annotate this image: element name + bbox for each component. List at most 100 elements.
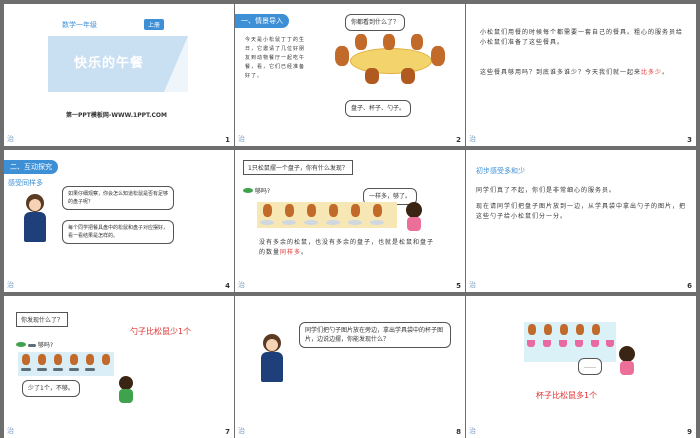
question-box: 1只松鼠摆一个盘子，你有什么发现？: [243, 160, 353, 175]
squirrel-icon: [307, 204, 316, 217]
squirrel-icon: [544, 324, 552, 335]
girl-body: [620, 361, 634, 375]
enough-label: 够吗?: [254, 188, 271, 195]
boy-body: [119, 389, 133, 403]
squirrel-icon: [70, 354, 78, 365]
slide-4[interactable]: 二、互动探究 感受同样多 如果仔细观察，你会怎么知道松鼠是否有足够的盘子呢？ 每…: [4, 150, 234, 292]
corner-mark: 治: [238, 281, 245, 289]
enough-row: 够吗?: [16, 340, 53, 349]
squirrel-icon: [373, 204, 382, 217]
cup-icon: [543, 340, 551, 347]
squirrel-icon: [335, 46, 349, 66]
question-bubble: 你都看到什么了？: [345, 14, 406, 31]
squirrel-cup-strip: [524, 322, 616, 362]
instruction-bubble: 同学们把勺子图片放在旁边，拿出学具袋中的杯子图片，边说边摆，你能发现什么？: [299, 322, 451, 348]
plate-icon: [370, 220, 384, 225]
plate-icon: [260, 220, 274, 225]
answer-text: 杯子比松鼠多1个: [536, 391, 598, 400]
squirrel-icon: [401, 68, 415, 84]
table-illustration: [335, 34, 445, 84]
teacher-body: [261, 352, 283, 382]
teacher-body: [24, 212, 46, 242]
result-bubble: 少了1个，不够。: [22, 380, 80, 397]
spoon-icon: [21, 368, 31, 371]
green-plate-icon: [16, 342, 26, 347]
grade-label: 数学一年级: [62, 21, 97, 29]
squirrel-icon: [431, 46, 445, 66]
enough-row: 够吗?: [243, 186, 270, 195]
cup-icon: [591, 340, 599, 347]
boy-illustration: [116, 376, 136, 404]
corner-mark: 治: [469, 135, 476, 143]
slide-number: 7: [225, 428, 230, 436]
slide-2[interactable]: 一、情景导入 今天是小松鼠丁丁的生日，它邀请了几位好朋友到动物餐厅一起吃午餐，看…: [235, 4, 465, 146]
spoon-icon: [27, 344, 36, 347]
slide-9[interactable]: …… 杯子比松鼠多1个 治 9: [466, 296, 696, 438]
slide-6[interactable]: 初步感受多和少 同学们真了不起，你们是非常细心的服务员。 现在请同学们把盘子图片…: [466, 150, 696, 292]
squirrel-icon: [102, 354, 110, 365]
green-plate-icon: [243, 188, 253, 193]
corner-mark: 治: [7, 427, 14, 435]
slide-8[interactable]: 同学们把勺子图片放在旁边，拿出学具袋中的杯子图片，边说边摆，你能发现什么？ 治 …: [235, 296, 465, 438]
slide-number: 6: [687, 282, 692, 290]
squirrel-icon: [329, 204, 338, 217]
teacher-illustration: [18, 194, 52, 244]
spoon-icon: [69, 368, 79, 371]
instruction-bubble: 每个同学把餐具盘中的松鼠和盘子对应摆好，看一看结果是怎样的。: [62, 220, 174, 244]
highlight-same: 同样多: [280, 249, 302, 256]
question-bubble: 如果仔细观察，你会怎么知道松鼠是否有足够的盘子呢？: [62, 186, 174, 210]
squirrel-icon: [38, 354, 46, 365]
slide-number: 4: [225, 282, 230, 290]
squirrel-spoon-strip: [18, 352, 114, 376]
squirrel-icon: [365, 68, 379, 84]
answer-text: 勺子比松鼠少1个: [130, 327, 192, 336]
intro-text: 今天是小松鼠丁丁的生日，它邀请了几位好朋友到动物餐厅一起吃午餐，看，它们已经准备…: [245, 37, 306, 79]
squirrel-icon: [54, 354, 62, 365]
plate-icon: [304, 220, 318, 225]
squirrel-icon: [592, 324, 600, 335]
question-box: 你发现什么了？: [16, 312, 69, 327]
slide-3[interactable]: 小松鼠们用餐的时候每个都需要一套自己的餐具。粗心的服务员给小松鼠们准备了这些餐具…: [466, 4, 696, 146]
slide-number: 1: [225, 136, 230, 144]
slide-1[interactable]: 数学一年级 上册 快乐的午餐 第一PPT模板网-WWW.1PPT.COM 治 1: [4, 4, 234, 146]
teacher-face: [29, 199, 41, 211]
spoon-icon: [85, 368, 95, 371]
girl-head: [406, 202, 422, 218]
cup-icon: [559, 340, 567, 347]
paragraph-1: 同学们真了不起，你们是非常细心的服务员。: [476, 187, 617, 194]
girl-illustration: [616, 346, 638, 376]
section-heading: 初步感受多和少: [476, 167, 525, 175]
squirrel-plate-strip: [257, 202, 397, 228]
answer-bubble: 盘子、杯子、勺子。: [345, 100, 412, 117]
slide-5[interactable]: 1只松鼠摆一个盘子，你有什么发现？ 够吗? 一样多，够了。 没有多余的松鼠，也没…: [235, 150, 465, 292]
slide-number: 5: [456, 282, 461, 290]
spoon-icon: [53, 368, 63, 371]
slide-7[interactable]: 你发现什么了？ 勺子比松鼠少1个 够吗? 少了1个，不够。 治 7: [4, 296, 234, 438]
page-title: 快乐的午餐: [74, 56, 145, 71]
subheading: 感受同样多: [8, 179, 43, 187]
paragraph-2-end: 。: [662, 69, 670, 76]
highlight-compare: 比多少: [641, 69, 663, 76]
section-tag: 二、互动探究: [4, 160, 58, 174]
squirrel-icon: [383, 34, 395, 50]
teacher-illustration: [255, 334, 289, 384]
corner-mark: 治: [238, 135, 245, 143]
girl-body: [407, 217, 421, 231]
conclusion-end: 。: [301, 249, 309, 256]
squirrel-icon: [411, 34, 423, 50]
slide-number: 9: [687, 428, 692, 436]
girl-illustration: [403, 202, 425, 232]
squirrel-icon: [560, 324, 568, 335]
section-tag: 一、情景导入: [235, 14, 289, 28]
result-bubble: ……: [578, 358, 602, 375]
squirrel-icon: [22, 354, 30, 365]
slide-number: 8: [456, 428, 461, 436]
squirrel-icon: [351, 204, 360, 217]
squirrel-icon: [528, 324, 536, 335]
corner-mark: 治: [7, 135, 14, 143]
cup-icon: [527, 340, 535, 347]
girl-head: [619, 346, 635, 362]
squirrel-icon: [86, 354, 94, 365]
squirrel-icon: [576, 324, 584, 335]
corner-mark: 治: [469, 281, 476, 289]
